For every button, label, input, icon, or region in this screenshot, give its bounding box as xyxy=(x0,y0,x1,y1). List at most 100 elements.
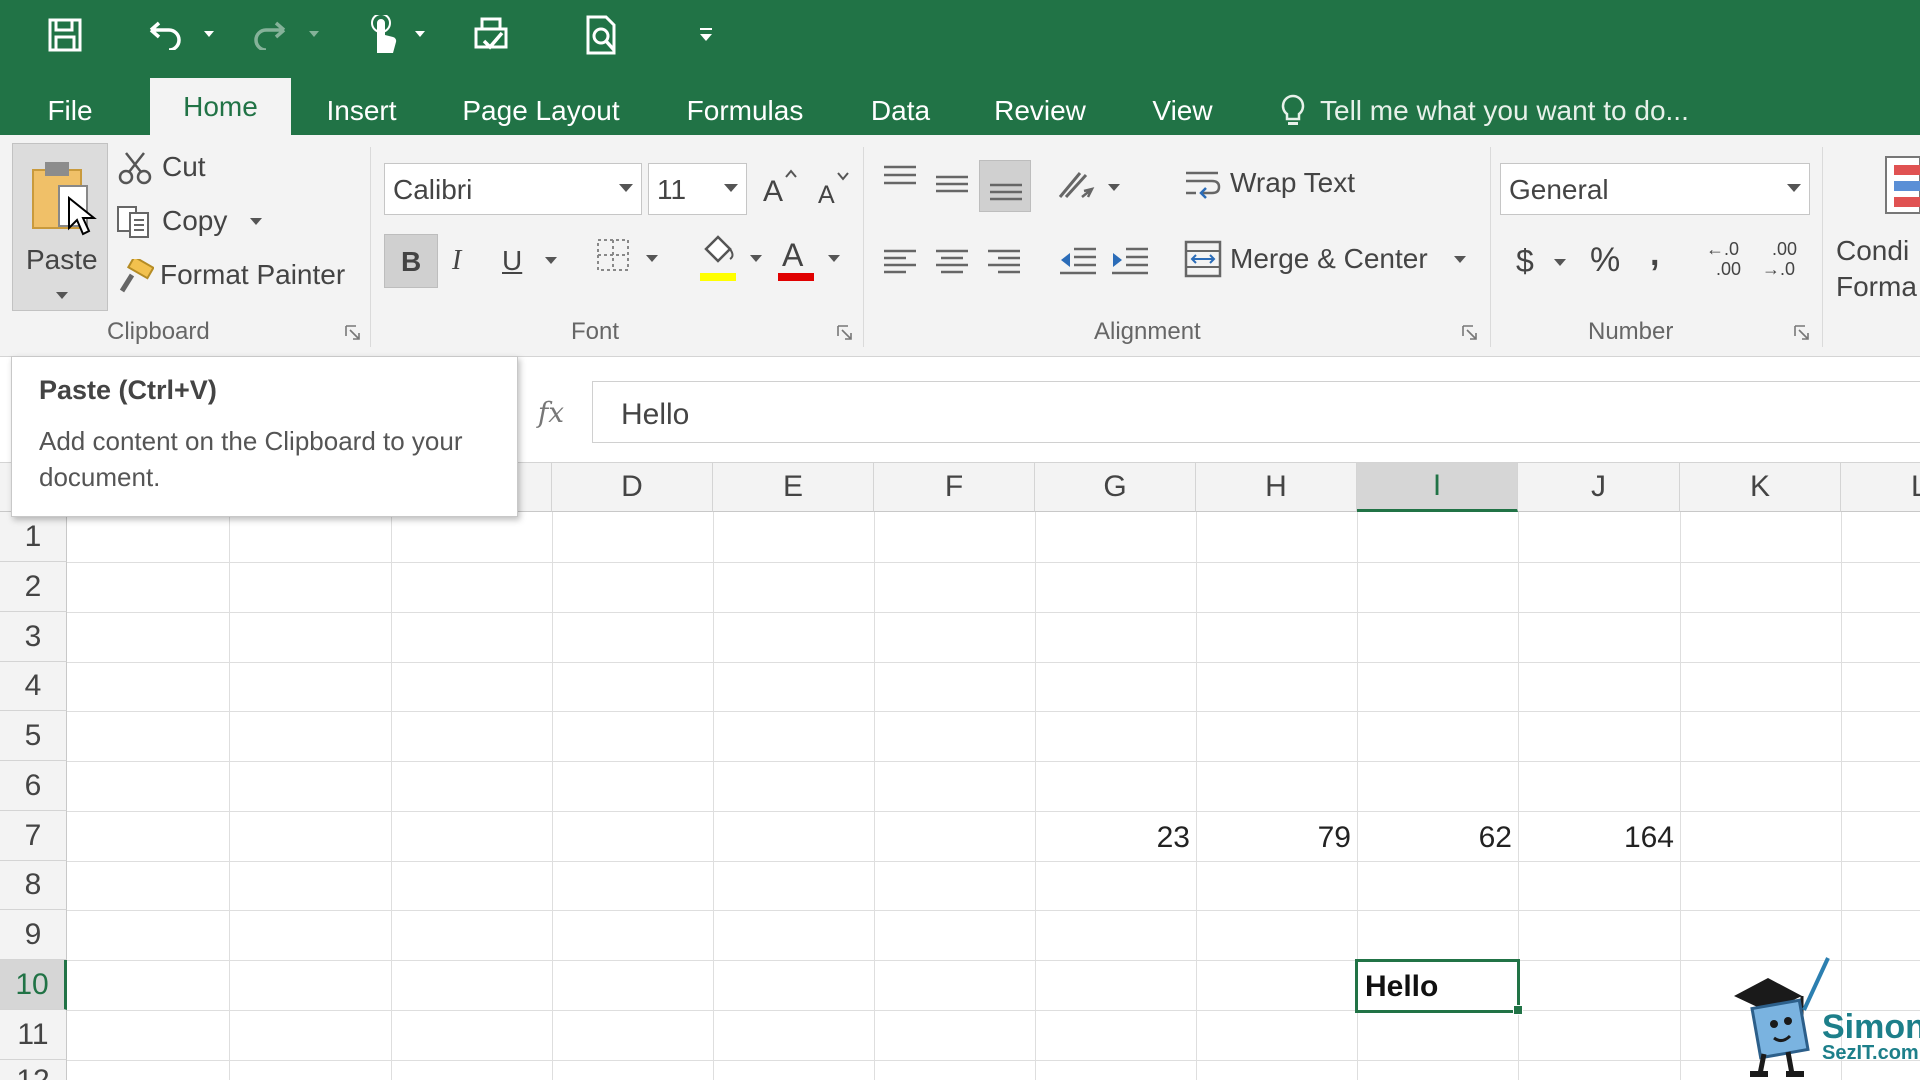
row-header-3[interactable]: 3 xyxy=(0,612,67,662)
font-color-dropdown-icon xyxy=(828,255,840,262)
row-header-2[interactable]: 2 xyxy=(0,562,67,612)
top-align-icon[interactable] xyxy=(882,163,918,193)
tab-review[interactable]: Review xyxy=(990,86,1090,135)
tab-page-layout[interactable]: Page Layout xyxy=(455,86,627,135)
formula-input[interactable]: Hello xyxy=(592,381,1920,443)
clipboard-launcher-icon[interactable] xyxy=(345,325,361,341)
gridline xyxy=(67,612,1920,613)
row-header-8[interactable]: 8 xyxy=(0,861,67,910)
increase-decimal-button[interactable]: ←.0 .00 xyxy=(1706,239,1752,289)
column-header-e[interactable]: E xyxy=(713,463,874,512)
customize-qat-icon[interactable] xyxy=(694,10,718,60)
row-header-5[interactable]: 5 xyxy=(0,711,67,761)
column-header-j[interactable]: J xyxy=(1518,463,1680,512)
wrap-text-label: Wrap Text xyxy=(1230,167,1356,198)
insert-function-button[interactable]: fx xyxy=(519,383,583,441)
bold-button[interactable]: B xyxy=(384,234,438,288)
copy-button[interactable]: Copy xyxy=(116,205,262,244)
font-color-button[interactable]: A xyxy=(776,233,842,289)
row-header-7[interactable]: 7 xyxy=(0,811,67,861)
wrap-text-button[interactable]: Wrap Text xyxy=(1184,167,1355,208)
number-launcher-icon[interactable] xyxy=(1794,325,1810,341)
alignment-launcher-icon[interactable] xyxy=(1462,325,1478,341)
cell-j7[interactable]: 164 xyxy=(1518,821,1674,855)
align-left-icon[interactable] xyxy=(882,247,918,277)
orientation-button[interactable] xyxy=(1056,167,1122,213)
font-launcher-icon[interactable] xyxy=(837,325,853,341)
scissors-icon xyxy=(118,152,152,185)
row-header-9[interactable]: 9 xyxy=(0,910,67,960)
fill-color-button[interactable] xyxy=(698,233,764,289)
column-header-k[interactable]: K xyxy=(1680,463,1841,512)
row-header-12[interactable]: 12 xyxy=(0,1060,67,1080)
format-painter-button[interactable]: Format Painter xyxy=(118,255,345,298)
merge-dropdown-icon[interactable] xyxy=(1454,256,1466,263)
orientation-icon xyxy=(1058,172,1095,199)
fill-handle[interactable] xyxy=(1513,1005,1523,1015)
column-header-f[interactable]: F xyxy=(874,463,1035,512)
cell-h7[interactable]: 79 xyxy=(1196,821,1351,855)
number-format-select[interactable]: General xyxy=(1500,163,1810,215)
conditional-formatting-button[interactable]: Condi Forma xyxy=(1836,153,1920,303)
preview-icon[interactable] xyxy=(580,10,624,60)
undo-icon[interactable] xyxy=(143,10,187,60)
cell-g7[interactable]: 23 xyxy=(1035,821,1190,855)
column-header-i[interactable]: I xyxy=(1357,463,1518,512)
font-name-select[interactable]: Calibri xyxy=(384,163,642,215)
merge-center-button[interactable]: Merge & Center xyxy=(1184,239,1466,284)
row-header-1[interactable]: 1 xyxy=(0,512,67,562)
print-preview-icon[interactable] xyxy=(468,10,514,60)
column-header-h[interactable]: H xyxy=(1196,463,1357,512)
currency-button[interactable]: $ xyxy=(1510,237,1570,287)
shrink-font-button[interactable]: A xyxy=(814,169,852,215)
save-icon[interactable] xyxy=(40,10,90,60)
decrease-decimal-bottom: →.0 xyxy=(1762,259,1796,279)
tab-view[interactable]: View xyxy=(1145,86,1220,135)
tell-me-box[interactable]: Tell me what you want to do... xyxy=(1280,86,1689,135)
touch-dropdown-icon[interactable] xyxy=(413,27,427,41)
row-header-4[interactable]: 4 xyxy=(0,662,67,711)
merge-center-icon xyxy=(1184,240,1222,278)
align-right-icon[interactable] xyxy=(986,247,1022,277)
tab-file[interactable]: File xyxy=(30,86,110,135)
decrease-decimal-button[interactable]: .00 →.0 xyxy=(1762,239,1808,289)
redo-dropdown-icon[interactable] xyxy=(307,27,321,41)
copy-dropdown-icon[interactable] xyxy=(250,218,262,225)
group-divider xyxy=(1822,147,1823,347)
align-center-icon[interactable] xyxy=(934,247,970,277)
bottom-align-button[interactable] xyxy=(979,160,1031,212)
tab-formulas[interactable]: Formulas xyxy=(676,86,814,135)
spreadsheet-grid[interactable]: D E F G H I J K L 1 2 3 4 5 6 7 8 9 10 1… xyxy=(0,463,1920,1080)
column-header-g[interactable]: G xyxy=(1035,463,1196,512)
italic-button[interactable]: I xyxy=(446,234,492,288)
column-header-l[interactable]: L xyxy=(1841,463,1920,512)
quick-access-toolbar xyxy=(0,0,1920,70)
middle-align-icon[interactable] xyxy=(934,169,970,199)
font-size-select[interactable]: 11 xyxy=(648,163,747,215)
cut-button[interactable]: Cut xyxy=(118,151,206,190)
increase-indent-icon[interactable] xyxy=(1110,245,1150,279)
touch-mode-icon[interactable] xyxy=(360,10,404,60)
underline-button[interactable]: U xyxy=(496,234,568,288)
redo-icon[interactable] xyxy=(248,10,292,60)
paste-button[interactable]: Paste xyxy=(12,143,108,311)
cell-i7[interactable]: 62 xyxy=(1357,821,1512,855)
gridline xyxy=(391,512,392,1080)
row-header-10[interactable]: 10 xyxy=(0,960,67,1010)
grow-font-button[interactable]: A xyxy=(760,167,798,213)
row-header-11[interactable]: 11 xyxy=(0,1010,67,1060)
active-cell-i10[interactable]: Hello xyxy=(1355,959,1520,1013)
row-header-6[interactable]: 6 xyxy=(0,761,67,811)
undo-dropdown-icon[interactable] xyxy=(202,27,216,41)
percent-button[interactable]: % xyxy=(1590,241,1620,280)
comma-button[interactable]: , xyxy=(1650,235,1659,274)
tab-home[interactable]: Home xyxy=(150,78,291,135)
decrease-indent-icon[interactable] xyxy=(1058,245,1098,279)
borders-button[interactable] xyxy=(596,238,660,286)
tab-insert[interactable]: Insert xyxy=(310,86,413,135)
tab-data[interactable]: Data xyxy=(863,86,938,135)
gridline xyxy=(67,761,1920,762)
paste-dropdown-icon[interactable] xyxy=(56,292,68,299)
column-header-d[interactable]: D xyxy=(552,463,713,512)
group-divider xyxy=(370,147,371,347)
